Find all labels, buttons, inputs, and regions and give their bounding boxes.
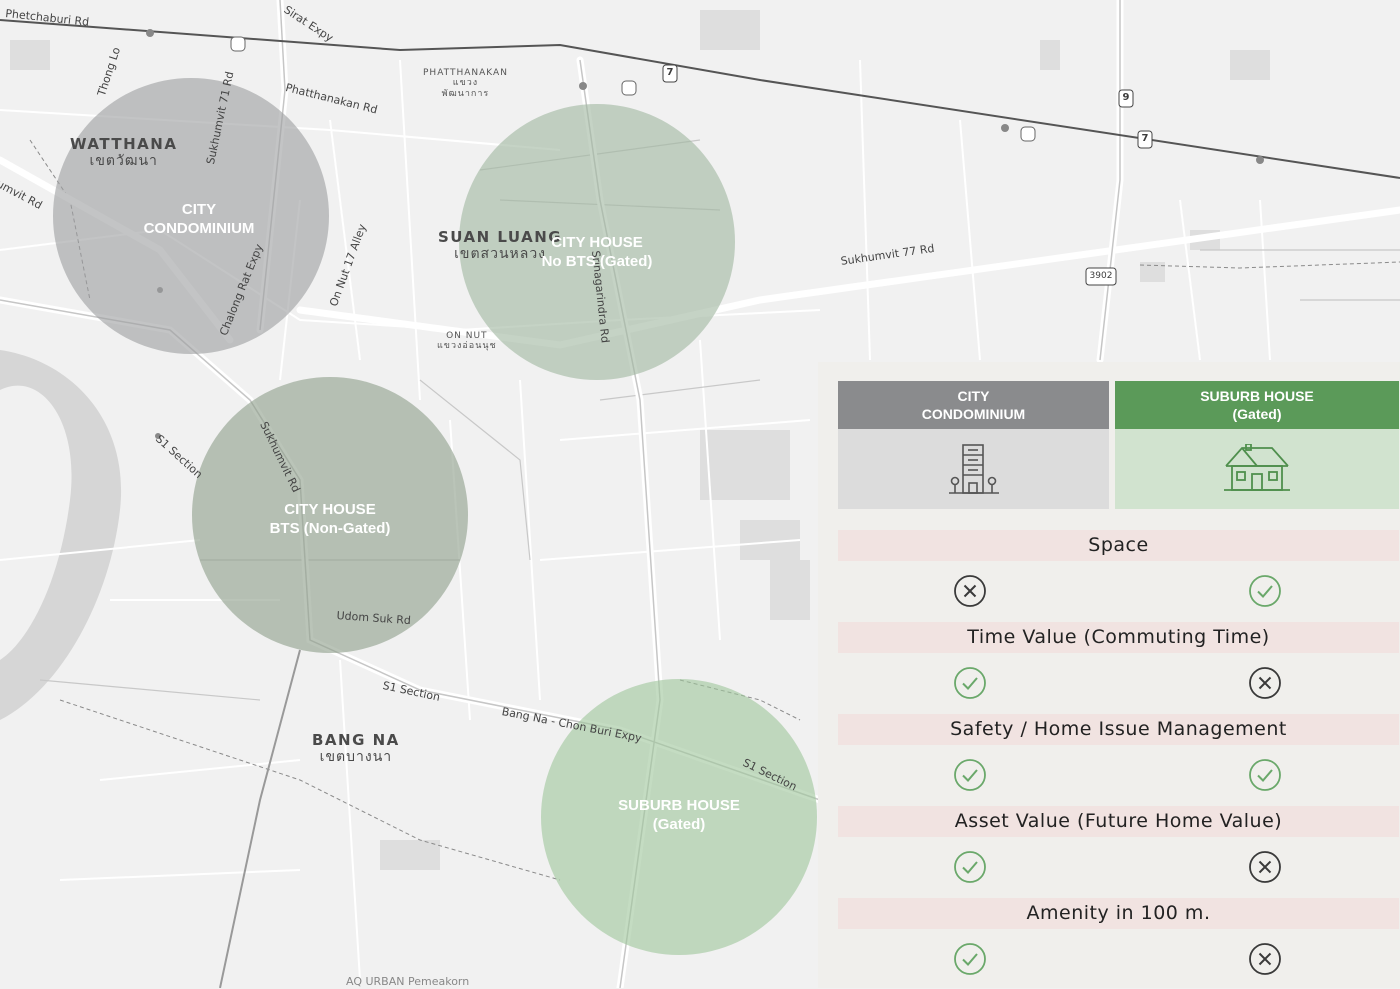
subdistrict-on-nut: ON NUT แขวงอ่อนนุช: [437, 331, 497, 352]
cross-icon: [953, 574, 987, 608]
house-icon: [1224, 444, 1290, 491]
cross-icon: [1248, 942, 1282, 976]
zone-label-city-condominium: CITY CONDOMINIUM: [143, 201, 255, 237]
criterion-label: Safety / Home Issue Management: [838, 714, 1399, 745]
check-icon: [953, 942, 987, 976]
column-header-city-condominium: CITY CONDOMINIUM: [838, 381, 1109, 429]
zone-label-suburb-house: SUBURB HOUSE (Gated): [618, 797, 740, 833]
column-header-suburb-house: SUBURB HOUSE (Gated): [1115, 381, 1399, 429]
route-7-shield-east: 7: [1141, 133, 1149, 144]
route-9-shield: 9: [1122, 92, 1130, 103]
district-watthana: WATTHANA เขตวัฒนา: [70, 135, 178, 170]
river: [0, 350, 122, 720]
building-icon: [948, 444, 999, 494]
zone-label-city-house-no-bts: CITY HOUSE No BTS (Gated): [541, 234, 653, 270]
check-icon: [953, 758, 987, 792]
route-7-shield: 7: [666, 67, 674, 78]
cross-icon: [1248, 666, 1282, 700]
criterion-label: Time Value (Commuting Time): [838, 622, 1399, 653]
cross-icon: [1248, 850, 1282, 884]
column-icon-box-suburb: [1115, 429, 1399, 509]
district-bang-na: BANG NA เขตบางนา: [312, 731, 400, 766]
zone-label-city-house-bts: CITY HOUSE BTS (Non-Gated): [269, 501, 391, 537]
column-icon-box-condo: [838, 429, 1109, 509]
road-label-bottom: AQ URBAN Pemeakorn: [346, 975, 470, 988]
check-icon: [1248, 574, 1282, 608]
comparison-panel: CITY CONDOMINIUM SUBURB HOUSE (Gated) Sp…: [818, 362, 1400, 988]
criterion-label: Space: [838, 530, 1399, 561]
check-icon: [953, 850, 987, 884]
bts-line: [219, 649, 301, 988]
check-icon: [1248, 758, 1282, 792]
criterion-label: Amenity in 100 m.: [838, 898, 1399, 929]
subdistrict-phatthanakan: PHATTHANAKAN แขวง พัฒนาการ: [423, 68, 508, 99]
route-3902-shield: 3902: [1089, 271, 1113, 281]
criterion-label: Asset Value (Future Home Value): [838, 806, 1399, 837]
check-icon: [953, 666, 987, 700]
